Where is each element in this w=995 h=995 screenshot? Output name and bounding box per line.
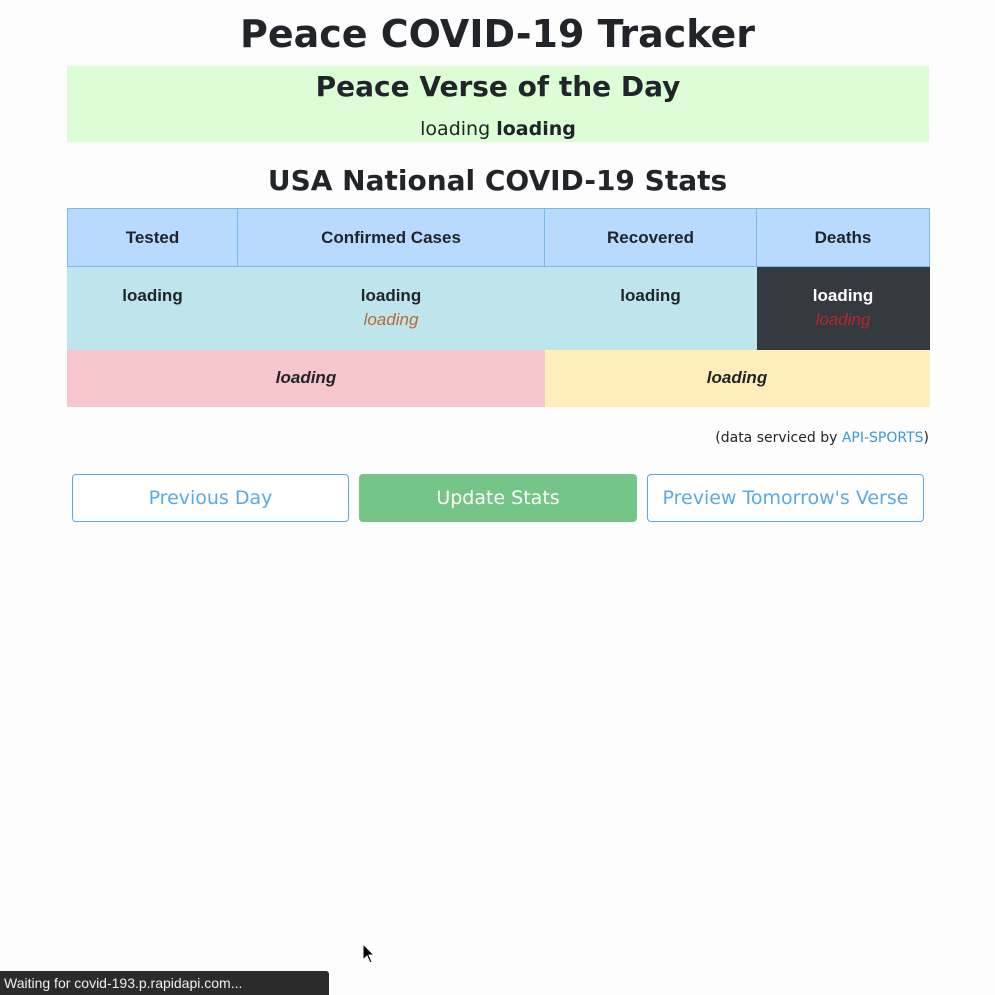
verse-of-the-day: Peace Verse of the Day loading loading [67, 66, 929, 142]
update-stats-button[interactable]: Update Stats [359, 474, 637, 522]
deaths-cell: loading loading [756, 266, 930, 350]
attribution-prefix: (data serviced by [715, 430, 842, 446]
verse-reference: loading [496, 118, 576, 140]
preview-tomorrow-verse-button[interactable]: Preview Tomorrow's Verse [647, 474, 924, 522]
mouse-cursor-icon [362, 943, 376, 964]
browser-status-bar: Waiting for covid-193.p.rapidapi.com... [0, 971, 329, 995]
tested-cell: loading [67, 266, 238, 350]
stats-value-row: loading loading loading loading loading … [67, 266, 930, 350]
verse-heading: Peace Verse of the Day [315, 70, 681, 103]
confirmed-value: loading [360, 286, 422, 305]
stats-heading: USA National COVID-19 Stats [267, 164, 728, 197]
api-sports-link[interactable]: API-SPORTS [842, 430, 924, 446]
stats-summary-row: loading loading [67, 349, 930, 407]
stats-table: Tested Confirmed Cases Recovered Deaths … [67, 208, 930, 407]
deaths-new-value: loading [815, 310, 871, 329]
data-attribution: (data serviced by API-SPORTS) [715, 429, 929, 447]
active-summary: loading [67, 349, 545, 407]
recovered-cell: loading [544, 266, 757, 350]
column-header-confirmed: Confirmed Cases [237, 208, 545, 267]
recovered-value: loading [620, 286, 681, 305]
tested-value: loading [122, 286, 183, 305]
attribution-suffix: ) [923, 430, 929, 446]
column-header-tested: Tested [67, 208, 238, 267]
column-header-recovered: Recovered [544, 208, 757, 267]
stats-header-row: Tested Confirmed Cases Recovered Deaths [67, 208, 930, 267]
column-header-deaths: Deaths [756, 208, 930, 267]
previous-day-button[interactable]: Previous Day [72, 474, 349, 522]
confirmed-new-value: loading [363, 310, 419, 329]
confirmed-cell: loading loading [237, 266, 545, 350]
verse-text: loading [420, 118, 491, 140]
deaths-value: loading [812, 286, 874, 305]
verse-text-line: loading loading [67, 116, 929, 142]
page-title: Peace COVID-19 Tracker [239, 12, 756, 56]
critical-summary: loading [544, 349, 930, 407]
